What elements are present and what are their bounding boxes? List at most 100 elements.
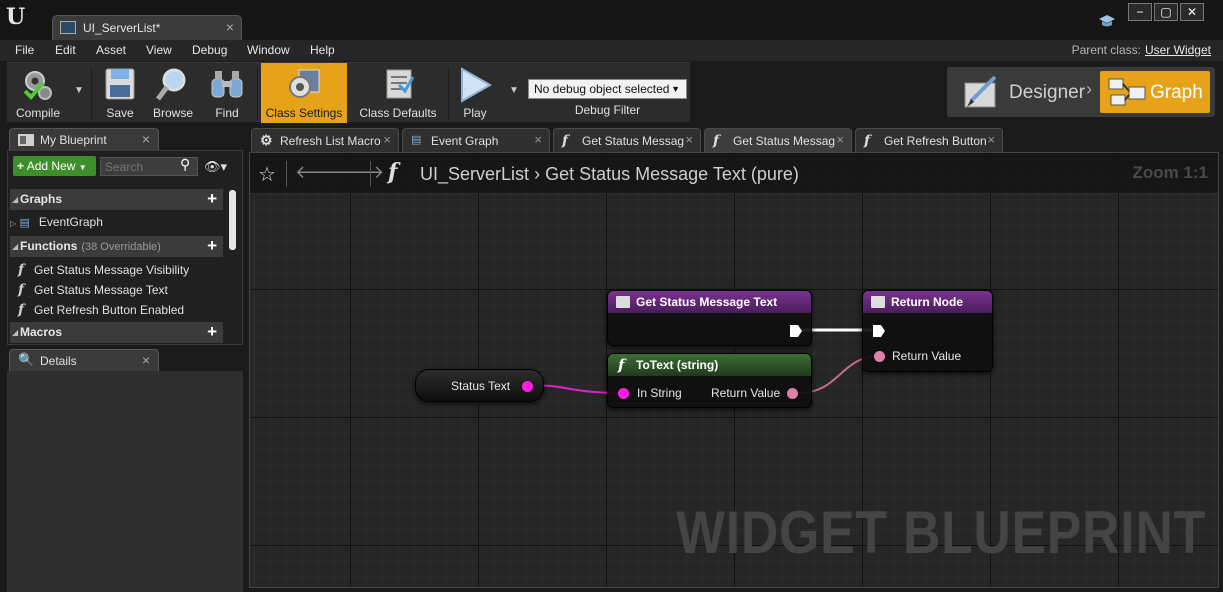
menu-debug[interactable]: Debug xyxy=(192,43,227,57)
close-icon[interactable]: × xyxy=(685,132,693,147)
compile-dropdown-icon[interactable]: ▼ xyxy=(74,85,84,96)
collapse-arrow-icon: ◢ xyxy=(12,195,19,204)
tab-label: Get Status Messag xyxy=(733,134,836,148)
designer-mode-button[interactable]: Designer xyxy=(953,71,1095,113)
graphs-category[interactable]: ◢ Graphs + xyxy=(10,189,223,210)
close-icon[interactable]: × xyxy=(142,352,150,368)
save-button[interactable]: Save xyxy=(95,63,145,123)
graph-mode-button[interactable]: Graph xyxy=(1100,71,1210,113)
tab-event-graph[interactable]: ▤ Event Graph × xyxy=(402,128,550,152)
parent-class-label: Parent class: xyxy=(1071,43,1141,57)
functions-category[interactable]: ◢ Functions (38 Overridable) + xyxy=(10,236,223,257)
add-macro-icon[interactable]: + xyxy=(207,322,217,342)
tab-get-status-message-visibility[interactable]: f Get Status Messag × xyxy=(553,128,701,152)
close-icon[interactable]: × xyxy=(226,19,234,35)
parent-class-link[interactable]: User Widget xyxy=(1145,43,1211,57)
find-button[interactable]: Find xyxy=(203,63,251,123)
tab-label: Get Refresh Button xyxy=(884,134,987,148)
macros-category[interactable]: ◢ Macros + xyxy=(10,322,223,343)
my-blueprint-tab[interactable]: My Blueprint × xyxy=(9,128,159,150)
tree-item-function[interactable]: f Get Status Message Visibility xyxy=(18,262,189,278)
left-panel: My Blueprint × + Add New ▼ ⚲ 👁▾ ◢ Graphs… xyxy=(7,128,243,592)
graphs-header: Graphs xyxy=(20,192,63,206)
close-icon[interactable]: × xyxy=(383,132,391,147)
function-icon: f xyxy=(618,356,625,374)
menu-window[interactable]: Window xyxy=(247,43,290,57)
add-function-icon[interactable]: + xyxy=(207,236,217,256)
variable-label: Status Text xyxy=(451,379,511,393)
unreal-logo-icon: U xyxy=(6,4,26,30)
browse-label: Browse xyxy=(152,106,193,120)
collapse-arrow-icon: ◢ xyxy=(12,328,19,337)
tree-item-function[interactable]: f Get Status Message Text xyxy=(18,282,168,298)
play-label: Play xyxy=(463,106,487,120)
function-entry-node[interactable]: Get Status Message Text xyxy=(607,290,812,346)
status-text-variable-node[interactable]: Status Text xyxy=(415,369,544,402)
save-label: Save xyxy=(106,106,134,120)
maximize-button[interactable]: ▢ xyxy=(1154,3,1178,21)
tree-item-eventgraph[interactable]: ▷ ▤ EventGraph xyxy=(10,215,103,229)
close-icon[interactable]: × xyxy=(534,132,542,147)
return-node[interactable]: Return Node Return Value xyxy=(862,290,993,372)
close-icon[interactable]: × xyxy=(142,131,150,147)
graph-canvas[interactable]: ☆ 🡐 🡒 f UI_ServerList › Get Status Messa… xyxy=(249,152,1219,588)
tab-get-status-message-text[interactable]: f Get Status Messag × xyxy=(704,128,852,152)
variable-out-pin[interactable] xyxy=(522,381,533,392)
search-icon[interactable]: ⚲ xyxy=(180,156,190,173)
exec-in-pin[interactable] xyxy=(872,324,886,338)
function-icon: f xyxy=(18,282,25,298)
return-value-out-pin[interactable] xyxy=(787,388,798,399)
chevron-right-icon: › xyxy=(1086,79,1092,99)
parent-class: Parent class: User Widget xyxy=(1072,43,1211,57)
class-settings-label: Class Settings xyxy=(265,106,343,120)
chevron-down-icon: ▼ xyxy=(671,84,680,94)
class-defaults-icon xyxy=(386,69,415,99)
expand-arrow-icon: ▷ xyxy=(10,219,17,228)
scrollbar[interactable] xyxy=(229,190,236,250)
collapse-arrow-icon: ◢ xyxy=(12,242,19,251)
play-button[interactable]: Play xyxy=(451,63,499,123)
close-icon[interactable]: × xyxy=(987,132,995,147)
minimize-button[interactable]: − xyxy=(1128,3,1152,21)
add-graph-icon[interactable]: + xyxy=(207,189,217,209)
menu-help[interactable]: Help xyxy=(310,43,335,57)
eye-icon[interactable]: 👁▾ xyxy=(204,159,227,175)
node-title: Return Node xyxy=(891,295,963,309)
graduation-cap-icon[interactable] xyxy=(1098,13,1116,29)
find-label: Find xyxy=(215,106,239,120)
functions-overridable-count: (38 Overridable) xyxy=(81,241,161,253)
tab-get-refresh-button-enabled[interactable]: f Get Refresh Button × xyxy=(855,128,1003,152)
totext-node[interactable]: f ToText (string) In String Return Value xyxy=(607,353,812,408)
debug-filter-label: Debug Filter xyxy=(574,103,641,117)
menu-file[interactable]: File xyxy=(15,43,34,57)
function-icon: f xyxy=(18,262,25,278)
class-defaults-button[interactable]: Class Defaults xyxy=(353,63,443,123)
menu-view[interactable]: View xyxy=(146,43,172,57)
tab-refresh-list-macro[interactable]: ⚙ Refresh List Macro × xyxy=(251,128,399,152)
menu-edit[interactable]: Edit xyxy=(55,43,76,57)
title-bar: U UI_ServerList* × − ▢ ✕ xyxy=(0,0,1223,40)
my-blueprint-tab-label: My Blueprint xyxy=(40,133,107,147)
details-tab[interactable]: 🔍 Details × xyxy=(9,349,159,371)
magnifier-icon xyxy=(156,68,186,101)
menu-asset[interactable]: Asset xyxy=(96,43,126,57)
tab-label: Refresh List Macro xyxy=(280,134,381,148)
tree-item-function[interactable]: f Get Refresh Button Enabled xyxy=(18,302,184,318)
function-icon: f xyxy=(864,133,871,149)
graph-mode-label: Graph xyxy=(1150,82,1203,103)
add-new-button[interactable]: + Add New ▼ xyxy=(13,156,96,176)
in-string-pin[interactable] xyxy=(618,388,629,399)
graph-icon xyxy=(1108,78,1146,106)
return-value-pin[interactable] xyxy=(874,351,885,362)
compile-button[interactable]: Compile xyxy=(7,63,69,123)
debug-object-select[interactable]: No debug object selected ▼ xyxy=(528,79,687,99)
close-icon[interactable]: × xyxy=(836,132,844,147)
play-dropdown-icon[interactable]: ▼ xyxy=(509,85,519,96)
browse-button[interactable]: Browse xyxy=(147,63,199,123)
class-settings-button[interactable]: Class Settings xyxy=(261,63,347,123)
exec-out-pin[interactable] xyxy=(789,324,803,338)
close-window-button[interactable]: ✕ xyxy=(1180,3,1204,21)
add-new-label: Add New xyxy=(26,159,76,173)
document-tab[interactable]: UI_ServerList* × xyxy=(52,15,242,40)
node-title: Get Status Message Text xyxy=(636,295,778,309)
